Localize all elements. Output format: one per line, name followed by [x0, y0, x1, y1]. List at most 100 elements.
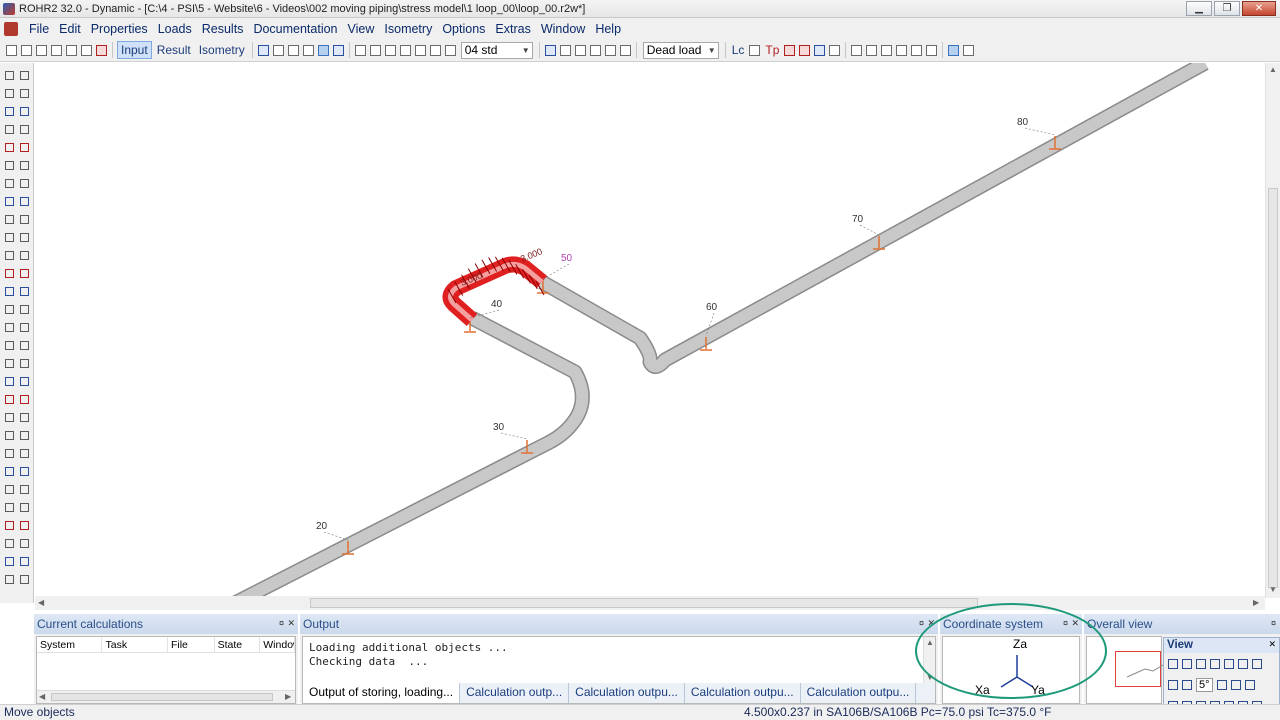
rotate-left-icon[interactable]	[1210, 658, 1220, 669]
guide-tool-icon[interactable]	[5, 161, 14, 170]
elbow-tool-icon[interactable]	[20, 359, 29, 368]
spring-tool-icon[interactable]	[5, 431, 14, 440]
mass-tool-icon[interactable]	[5, 251, 14, 260]
close-icon[interactable]: ✕	[927, 618, 935, 629]
rotate-icon[interactable]	[414, 44, 426, 56]
dim-tool-icon[interactable]	[5, 485, 14, 494]
loadcase-combo[interactable]: Dead load ▼	[642, 41, 719, 59]
mirror-tool-icon[interactable]	[5, 575, 14, 584]
tab-output-storing[interactable]: Output of storing, loading...	[303, 683, 461, 703]
horizontal-scrollbar[interactable]: ◀ ▶	[35, 596, 1265, 610]
zoom-in-icon[interactable]	[1182, 658, 1192, 669]
menu-view[interactable]: View	[343, 22, 380, 36]
tab-calculation-output-3[interactable]: Calculation outpu...	[685, 683, 801, 703]
save-icon[interactable]	[36, 44, 47, 56]
close-icon[interactable]: ✕	[287, 618, 295, 629]
guide-tool-icon[interactable]	[5, 449, 14, 458]
joint-tool-icon[interactable]	[20, 215, 29, 224]
support-tool-icon[interactable]	[5, 125, 14, 134]
menu-loads[interactable]: Loads	[153, 22, 197, 36]
column-window[interactable]: Window	[260, 637, 295, 652]
target-icon[interactable]	[429, 44, 441, 56]
valve-tool-icon[interactable]	[5, 107, 14, 116]
horizontal-scroll-thumb[interactable]	[310, 598, 978, 608]
chevron-down-icon[interactable]: ▼	[706, 43, 718, 58]
pipe-run[interactable]	[539, 63, 1208, 373]
dimension-icon[interactable]	[604, 44, 616, 56]
load-tool-icon[interactable]	[20, 539, 29, 548]
draw-icon[interactable]	[287, 44, 299, 56]
table-scroll-thumb[interactable]	[51, 693, 273, 701]
spring-tool-icon[interactable]	[5, 143, 14, 152]
column-task[interactable]: Task	[102, 637, 168, 652]
copy-tool-icon[interactable]	[20, 269, 29, 278]
copy-icon[interactable]	[384, 44, 396, 56]
column-file[interactable]: File	[168, 637, 215, 652]
chevron-left-icon[interactable]	[1182, 679, 1192, 690]
support-icon[interactable]	[784, 44, 796, 56]
open-file-icon[interactable]	[21, 44, 32, 56]
calculator-icon[interactable]	[81, 44, 92, 56]
cap-tool-icon[interactable]	[20, 521, 29, 530]
rotate-down-icon[interactable]	[1252, 658, 1262, 669]
isometry-mode-button[interactable]: Isometry	[196, 42, 248, 58]
tee-tool-icon[interactable]	[5, 89, 14, 98]
nozzle-tool-icon[interactable]	[5, 467, 14, 476]
tee-icon[interactable]	[866, 44, 878, 56]
erase-icon[interactable]	[302, 44, 314, 56]
hanger-tool-icon[interactable]	[20, 125, 29, 134]
stop-tool-icon[interactable]	[20, 449, 29, 458]
load-tool-icon[interactable]	[20, 251, 29, 260]
rotate-tool-icon[interactable]	[20, 287, 29, 296]
pipe-run-outline[interactable]	[538, 63, 1209, 374]
menu-options[interactable]: Options	[437, 22, 490, 36]
pin-icon[interactable]: ¤	[1271, 618, 1276, 628]
document-icon[interactable]	[4, 21, 18, 36]
nozzle-tool-icon[interactable]	[5, 179, 14, 188]
vertical-scrollbar[interactable]: ▲ ▼	[1265, 63, 1280, 598]
pin-icon[interactable]: ¤	[919, 618, 924, 628]
result-mode-button[interactable]: Result	[154, 42, 194, 58]
restraint-icon[interactable]	[829, 44, 841, 56]
close-icon[interactable]: ✕	[1071, 618, 1079, 629]
scroll-up-icon[interactable]: ▲	[926, 638, 934, 647]
delete-tool-icon[interactable]	[5, 305, 14, 314]
pen-icon[interactable]	[332, 44, 344, 56]
new-file-icon[interactable]	[6, 44, 17, 56]
zoom-icon[interactable]	[1168, 658, 1178, 669]
weld-tool-icon[interactable]	[5, 233, 14, 242]
cross-icon[interactable]	[881, 44, 893, 56]
menu-extras[interactable]: Extras	[490, 22, 535, 36]
support-tool-icon[interactable]	[5, 413, 14, 422]
scroll-down-icon[interactable]: ▼	[926, 673, 934, 682]
branch-icon[interactable]	[354, 44, 366, 56]
tee-tool-icon[interactable]	[5, 377, 14, 386]
std-combo[interactable]: 04 std ▼	[460, 41, 533, 59]
menu-documentation[interactable]: Documentation	[248, 22, 342, 36]
column-state[interactable]: State	[215, 637, 261, 652]
scroll-right-icon[interactable]: ▶	[1253, 598, 1259, 607]
expansion-tool-icon[interactable]	[20, 197, 29, 206]
close-button[interactable]: ✕	[1242, 1, 1276, 16]
rotate-right-icon[interactable]	[1224, 658, 1234, 669]
text-tool-icon[interactable]	[20, 179, 29, 188]
output-vertical-scrollbar[interactable]: ▲ ▼	[923, 637, 935, 685]
rotate-tool-icon[interactable]	[20, 575, 29, 584]
reducer-tool-icon[interactable]	[20, 89, 29, 98]
bellows-tool-icon[interactable]	[5, 215, 14, 224]
vertical-scroll-thumb[interactable]	[1268, 188, 1278, 588]
chevron-down-icon[interactable]: ▼	[520, 43, 532, 58]
expansion-tool-icon[interactable]	[20, 485, 29, 494]
table-horizontal-scrollbar[interactable]: ◀ ▶	[37, 690, 295, 703]
print-icon[interactable]	[51, 44, 62, 56]
restore-button[interactable]: ❐	[1214, 1, 1240, 16]
reducer-icon[interactable]	[911, 44, 923, 56]
paste-icon[interactable]	[399, 44, 411, 56]
pin-icon[interactable]: ¤	[279, 618, 284, 628]
tab-calculation-output-2[interactable]: Calculation outpu...	[569, 683, 685, 703]
piping-model[interactable]: 203040506070803.0003.000	[35, 63, 1265, 596]
tab-calculation-output-1[interactable]: Calculation outp...	[460, 683, 570, 703]
text-tool-icon[interactable]	[20, 467, 29, 476]
axis-x-icon[interactable]	[1216, 679, 1227, 690]
bend-icon[interactable]	[589, 44, 601, 56]
